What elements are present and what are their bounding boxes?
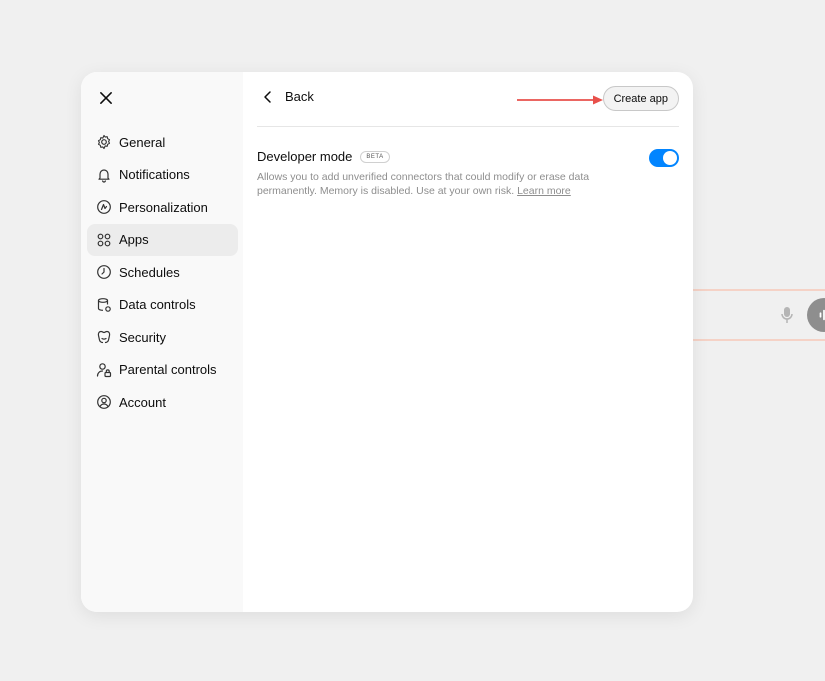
developer-mode-toggle[interactable]	[649, 149, 679, 167]
apps-panel: Back Create app Developer mode BETA Allo…	[243, 72, 693, 612]
sidebar-item-security[interactable]: Security	[87, 321, 238, 353]
divider	[257, 126, 679, 127]
developer-mode-title: Developer mode	[257, 149, 353, 164]
sidebar-item-label: General	[119, 134, 166, 150]
sidebar-item-parental-controls[interactable]: Parental controls	[87, 354, 238, 386]
sidebar-item-label: Notifications	[119, 167, 190, 182]
sidebar-item-data-controls[interactable]: Data controls	[87, 289, 238, 321]
close-icon	[100, 92, 112, 104]
annotation-arrow	[517, 95, 603, 105]
apps-grid-icon	[96, 232, 112, 248]
sidebar-item-apps[interactable]: Apps	[87, 223, 238, 256]
sidebar-item-notifications[interactable]: Notifications	[87, 159, 238, 191]
sidebar-item-label: Schedules	[119, 264, 180, 280]
create-app-button[interactable]: Create app	[602, 86, 679, 111]
beta-badge: BETA	[360, 150, 390, 163]
account-circle-icon	[96, 394, 112, 410]
sidebar-item-personalization[interactable]: Personalization	[87, 191, 238, 223]
bell-icon	[96, 167, 112, 183]
sidebar-item-label: Parental controls	[119, 362, 217, 377]
database-gear-icon	[96, 297, 112, 313]
sidebar-item-schedules[interactable]: Schedules	[87, 256, 238, 288]
microphone-icon[interactable]	[779, 305, 795, 325]
parental-icon	[96, 362, 112, 378]
toggle-knob	[663, 151, 677, 165]
developer-mode-setting: Developer mode BETA Allows you to add un…	[257, 149, 679, 198]
settings-nav: General Notifications Personalization Ap…	[87, 126, 238, 419]
gear-icon	[96, 134, 112, 150]
sidebar-item-label: Personalization	[119, 199, 208, 215]
sidebar-item-account[interactable]: Account	[87, 386, 238, 418]
sidebar-item-general[interactable]: General	[87, 126, 238, 158]
personalization-icon	[96, 199, 112, 215]
chevron-left-icon	[264, 90, 271, 103]
developer-mode-description: Allows you to add unverified connectors …	[257, 170, 617, 198]
settings-sidebar: General Notifications Personalization Ap…	[81, 72, 243, 612]
sidebar-item-label: Apps	[119, 232, 149, 247]
back-button[interactable]: Back	[261, 89, 314, 104]
sidebar-item-label: Security	[119, 329, 166, 345]
settings-modal: General Notifications Personalization Ap…	[81, 72, 693, 612]
sidebar-item-label: Data controls	[119, 297, 196, 312]
sidebar-item-label: Account	[119, 394, 166, 410]
close-button[interactable]	[97, 89, 115, 107]
back-label: Back	[285, 89, 314, 104]
voice-waveform-icon	[819, 309, 825, 321]
learn-more-link[interactable]: Learn more	[517, 185, 571, 197]
shield-icon	[96, 329, 112, 345]
clock-icon	[96, 264, 112, 280]
